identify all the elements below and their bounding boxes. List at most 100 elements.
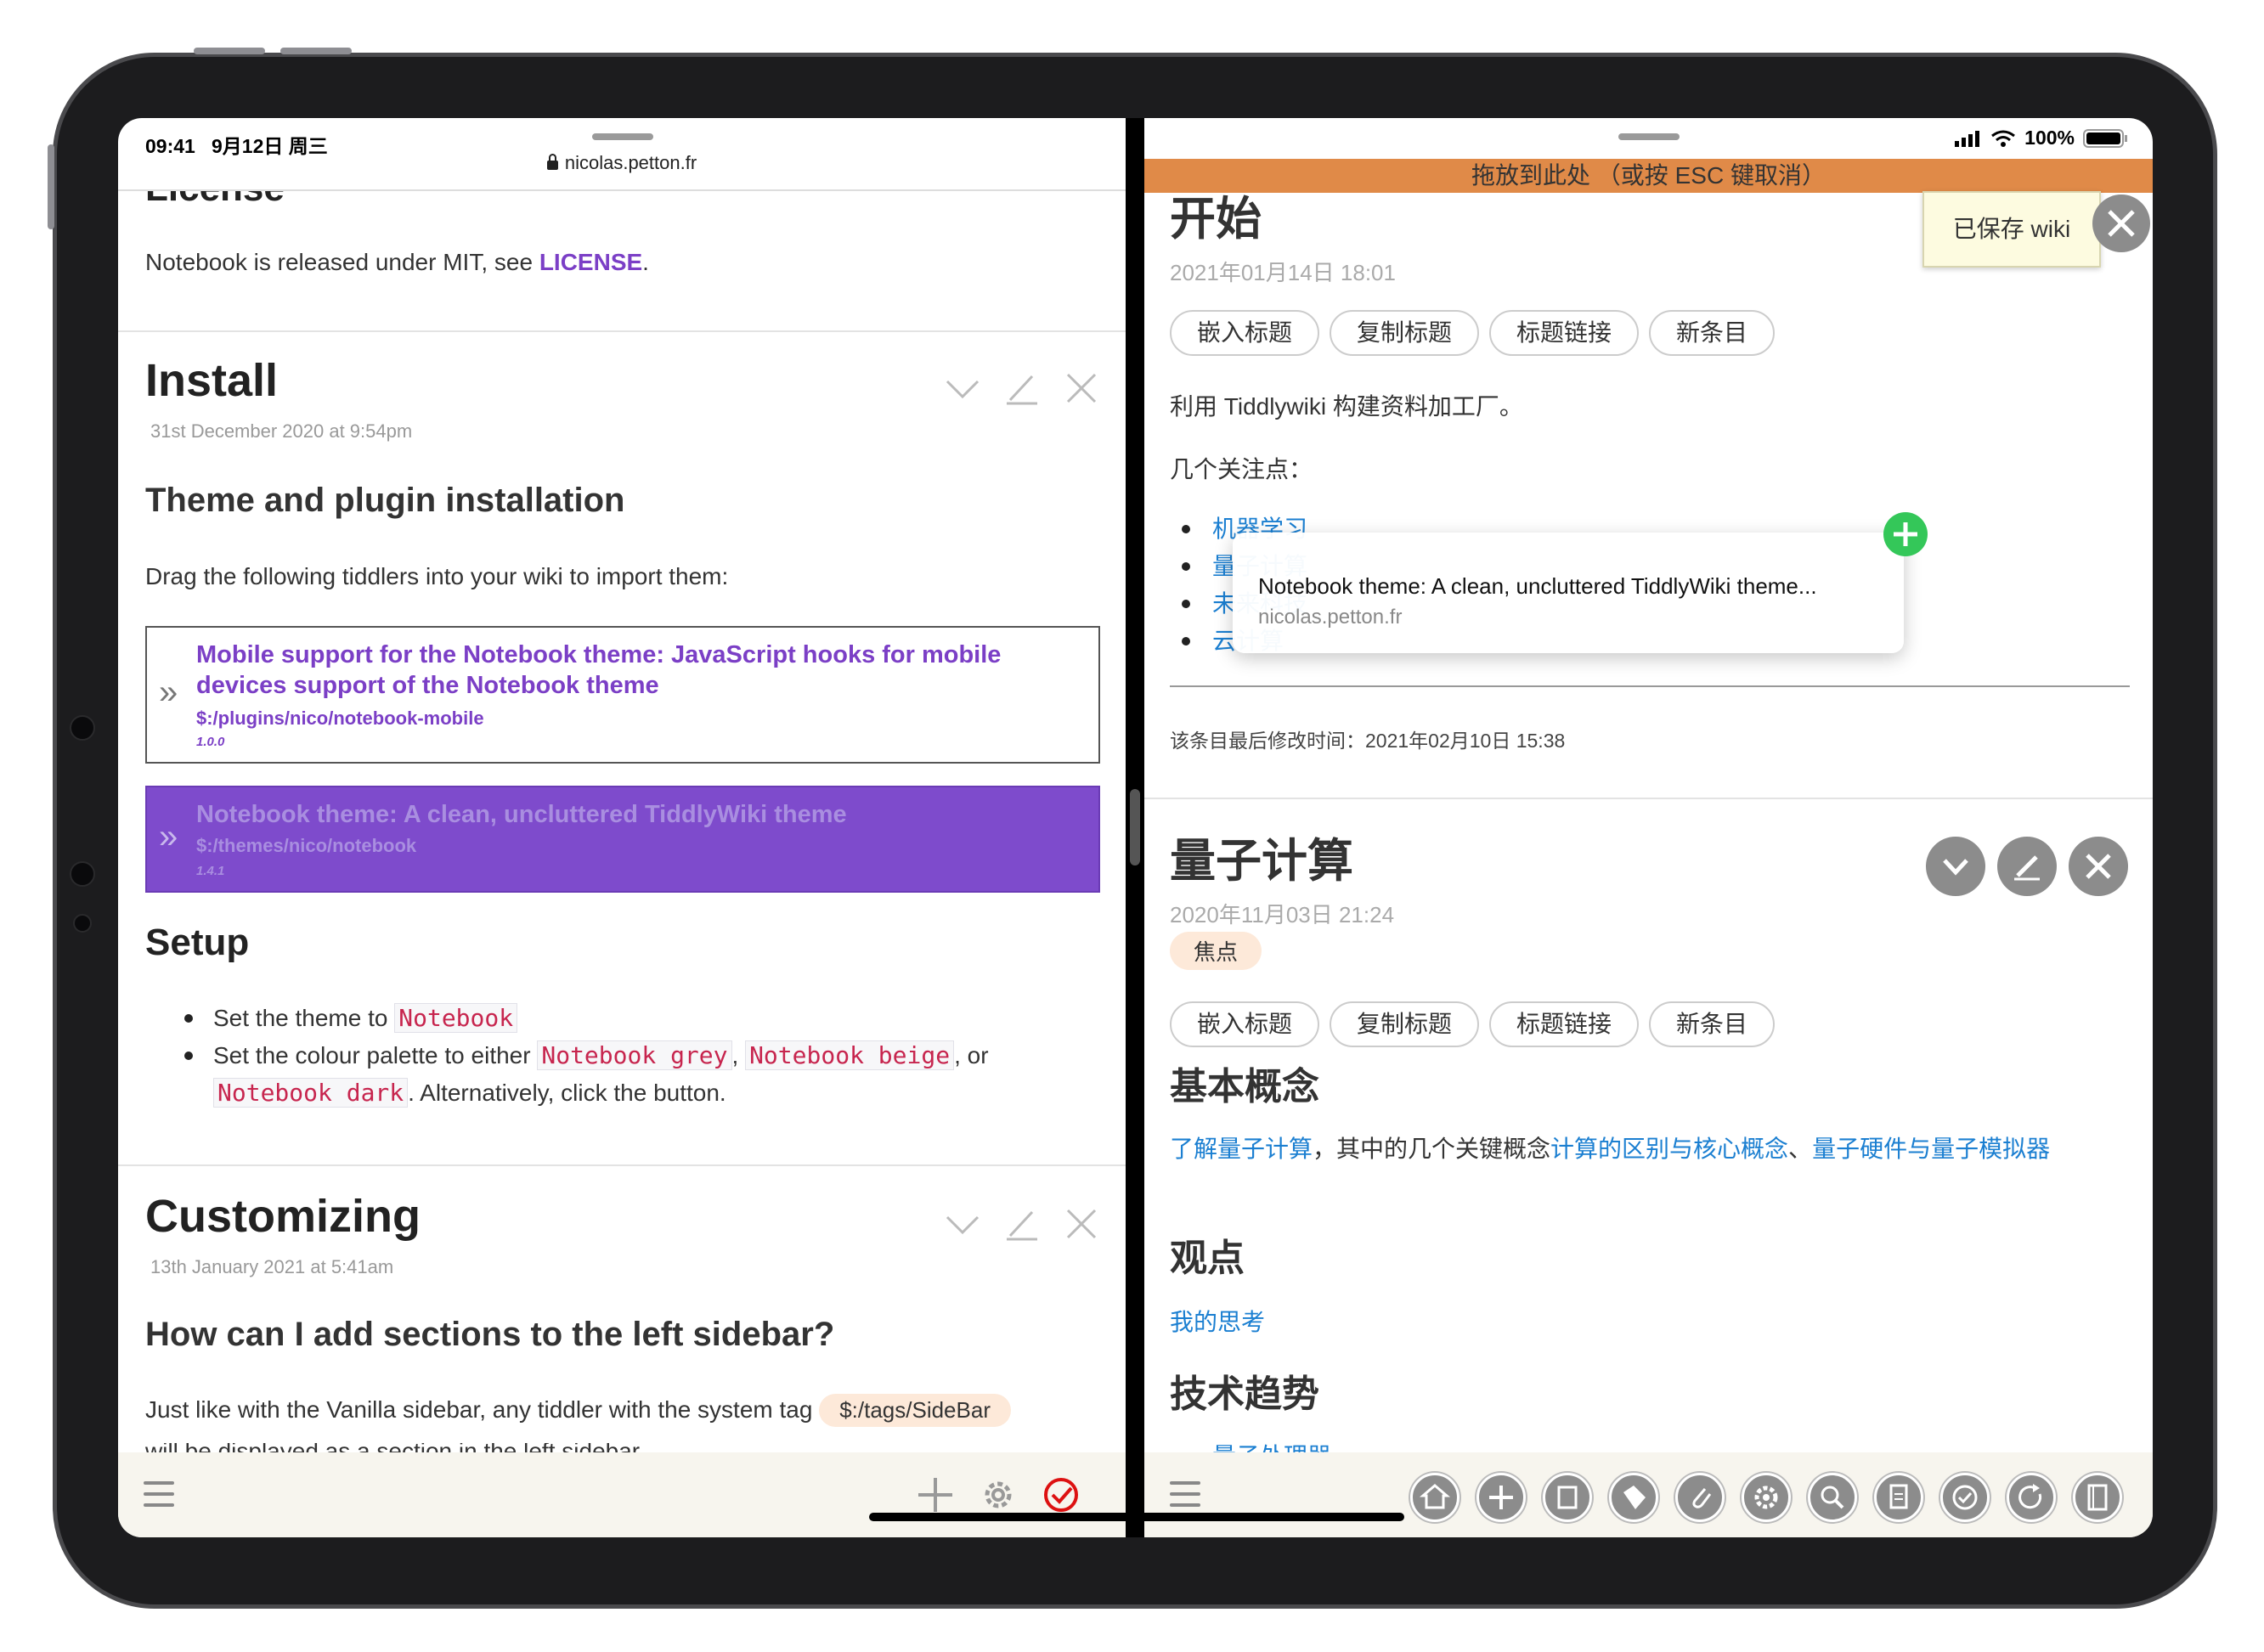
home-indicator[interactable] — [869, 1513, 1404, 1521]
split-handle[interactable] — [1130, 789, 1140, 865]
close-notification-button[interactable] — [2092, 195, 2150, 252]
customizing-text-cut: will be displayed as a section in the le… — [145, 1443, 640, 1452]
address-bar[interactable]: nicolas.petton.fr — [118, 152, 1126, 174]
basic-concepts-text: 了解量子计算，其中的几个关键概念计算的区别与核心概念、量子硬件与量子模拟器 — [1170, 1136, 2051, 1162]
tiddler-separator — [1144, 798, 2153, 799]
customizing-toolbar — [944, 1205, 1100, 1243]
tiddler-separator — [118, 1164, 1126, 1166]
refresh-icon[interactable] — [2007, 1473, 2056, 1522]
power-button — [48, 144, 54, 229]
gear-icon[interactable] — [980, 1476, 1017, 1514]
tiddler2-date: 2020年11月03日 21:24 — [1170, 902, 1395, 927]
chevron-down-icon[interactable] — [944, 1205, 981, 1243]
code-notebook: Notebook — [394, 1003, 518, 1033]
check-circle-icon[interactable] — [1042, 1476, 1080, 1514]
battery-percent: 100% — [2024, 127, 2075, 149]
page-controls — [1410, 1473, 2122, 1522]
setup-heading: Setup — [145, 922, 250, 963]
embed-title-button[interactable]: 嵌入标题 — [1170, 1001, 1320, 1047]
install-title: Install — [145, 355, 279, 406]
left-bottom-bar — [118, 1452, 1126, 1537]
copy-title-button[interactable]: 复制标题 — [1330, 1001, 1480, 1047]
heading-tech-trends: 技术趋势 — [1170, 1373, 1319, 1415]
setup-list: Set the theme to Notebook Set the colour… — [145, 1000, 1105, 1112]
new-tiddler-button[interactable]: 新条目 — [1649, 1001, 1776, 1047]
menu-icon[interactable] — [1170, 1481, 1200, 1507]
plugin-path: $:/plugins/nico/notebook-mobile — [196, 708, 484, 729]
title-link-button[interactable]: 标题链接 — [1489, 310, 1640, 356]
pencil-icon — [2014, 855, 2040, 881]
plugin-path: $:/themes/nico/notebook — [196, 835, 417, 856]
license-heading: License — [145, 191, 285, 210]
install-subheading: Theme and plugin installation — [145, 482, 625, 519]
volume-button — [280, 48, 352, 54]
tag-sidebar[interactable]: $:/tags/SideBar — [819, 1394, 1011, 1427]
tiddler1-title: 开始 — [1170, 194, 1262, 242]
tag-focus[interactable]: 焦点 — [1170, 932, 1262, 970]
license-text: Notebook is released under MIT, see LICE… — [145, 249, 649, 275]
license-heading-clip: License — [118, 191, 1126, 210]
plus-icon[interactable] — [1476, 1473, 1526, 1522]
chevron-right-icon: » — [159, 674, 178, 711]
tiddler2-button-row: 嵌入标题 复制标题 标题链接 新条目 — [1170, 1001, 1776, 1047]
saved-notification: 已保存 wiki — [1922, 191, 2101, 268]
tiddler1-button-row: 嵌入标题 复制标题 标题链接 新条目 — [1170, 310, 1776, 356]
tag-icon[interactable] — [1609, 1473, 1658, 1522]
wifi-icon — [1991, 130, 2016, 147]
book-icon[interactable] — [2073, 1473, 2122, 1522]
new-tiddler-button[interactable]: 新条目 — [1649, 310, 1776, 356]
tiddler1-body1: 利用 Tiddlywiki 构建资料加工厂。 — [1170, 393, 1523, 420]
fold-button[interactable] — [1926, 837, 1985, 896]
license-link[interactable]: LICENSE — [539, 249, 642, 275]
volume-button — [194, 48, 265, 54]
code-beige: Notebook beige — [745, 1040, 955, 1070]
trend-cut-clip: 量子处理器 — [1144, 1441, 2153, 1452]
copy-title-button[interactable]: 复制标题 — [1330, 310, 1480, 356]
plus-icon[interactable] — [917, 1476, 954, 1514]
search-icon[interactable] — [1808, 1473, 1857, 1522]
embed-title-button[interactable]: 嵌入标题 — [1170, 310, 1320, 356]
gear-icon[interactable] — [1742, 1473, 1791, 1522]
edit-button[interactable] — [1997, 837, 2057, 896]
link-core-concepts[interactable]: 计算的区别与核心概念 — [1550, 1136, 1788, 1162]
customizing-date: 13th January 2021 at 5:41am — [150, 1256, 394, 1277]
drag-add-badge — [1883, 512, 1928, 556]
close-icon[interactable] — [1063, 1205, 1100, 1243]
attachment-icon[interactable] — [1675, 1473, 1725, 1522]
link-quantum-hardware[interactable]: 量子硬件与量子模拟器 — [1812, 1136, 2050, 1162]
menu-icon[interactable] — [144, 1481, 174, 1507]
chevron-down-icon[interactable] — [944, 369, 981, 407]
install-toolbar — [944, 369, 1100, 407]
sensor — [73, 914, 92, 933]
code-dark: Notebook dark — [213, 1078, 409, 1108]
plugin-link-mobile[interactable]: » Mobile support for the Notebook theme:… — [145, 626, 1100, 764]
plugin-title: Mobile support for the Notebook theme: J… — [196, 641, 1002, 699]
heading-viewpoints: 观点 — [1170, 1238, 1245, 1279]
drag-preview-title: Notebook theme: A clean, uncluttered Tid… — [1258, 573, 1817, 599]
close-icon — [2108, 210, 2135, 237]
close-tiddler-button[interactable] — [2069, 837, 2128, 896]
title-link-button[interactable]: 标题链接 — [1489, 1001, 1640, 1047]
link-my-thoughts[interactable]: 我的思考 — [1170, 1304, 1265, 1338]
tiddler2-title: 量子计算 — [1170, 836, 1353, 887]
check-icon[interactable] — [1940, 1473, 1990, 1522]
right-bottom-bar — [1144, 1452, 2153, 1537]
home-icon[interactable] — [1410, 1473, 1459, 1522]
drop-zone-banner: 拖放到此处 （或按 ESC 键取消） — [1144, 159, 2153, 193]
tiddler1-modified: 该条目最后修改时间：2021年02月10日 15:38 — [1170, 730, 1566, 752]
link-learn-quantum[interactable]: 了解量子计算 — [1170, 1136, 1313, 1162]
close-icon — [2086, 854, 2111, 879]
plus-icon — [1894, 522, 1917, 546]
pencil-icon[interactable] — [1003, 369, 1041, 407]
page-icon[interactable] — [1874, 1473, 1923, 1522]
pencil-icon[interactable] — [1003, 1205, 1041, 1243]
plugin-link-notebook-dragging[interactable]: » Notebook theme: A clean, uncluttered T… — [145, 786, 1100, 893]
multitask-handle[interactable] — [1618, 133, 1680, 140]
right-pane-tiddlywiki: 100% 拖放到此处 （或按 ESC 键取消） 开始 2021年01月14日 1… — [1144, 118, 2153, 1537]
customizing-subheading: How can I add sections to the left sideb… — [145, 1316, 835, 1353]
import-icon[interactable] — [1543, 1473, 1592, 1522]
link-quantum-processor[interactable]: 量子处理器 — [1212, 1441, 1331, 1452]
chevron-right-icon: » — [159, 818, 178, 855]
close-icon[interactable] — [1063, 369, 1100, 407]
multitask-handle[interactable] — [592, 133, 653, 140]
